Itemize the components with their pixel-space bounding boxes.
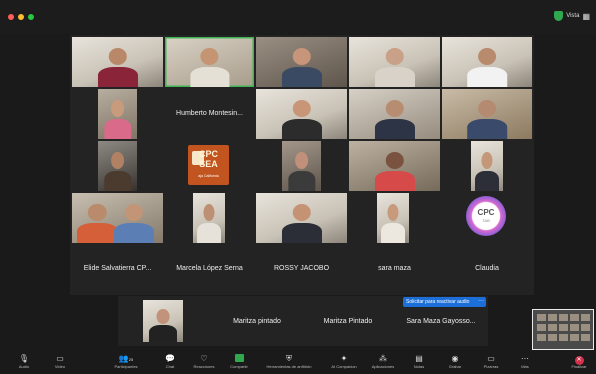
view-label: Vista	[566, 13, 580, 19]
participant-video	[281, 48, 322, 87]
meeting-toolbar: 🎙 Audio ▭ Video 👥25 Participantes 💬 Chat ♡ Re…	[0, 352, 596, 374]
participant-video	[287, 152, 316, 191]
participant-video	[381, 204, 405, 243]
active-speaker-tile[interactable]	[165, 37, 254, 87]
share-button[interactable]: Compartir	[224, 354, 254, 374]
more-dots-icon: ⋯	[521, 354, 529, 363]
share-screen-icon	[234, 354, 244, 362]
video-tile[interactable]	[256, 37, 347, 87]
apps-icon: ⁂	[379, 354, 387, 363]
participant-name: Maritza Pintado	[323, 318, 373, 325]
video-button[interactable]: ▭ Video	[45, 354, 75, 374]
sparkle-icon: ✦	[340, 354, 348, 363]
cpc-sea-logo: CPC SEA aja California	[188, 145, 229, 185]
chat-button[interactable]: 💬 Chat	[155, 354, 185, 374]
video-tile[interactable]	[72, 37, 163, 87]
participant-name: sara maza	[378, 265, 411, 272]
participant-video	[467, 100, 507, 139]
more-options-button[interactable]: ···	[476, 297, 486, 307]
more-button[interactable]: ⋯ Más	[510, 354, 540, 374]
participant-video	[103, 152, 132, 191]
participant-name: Elide Salvatierra CP...	[83, 265, 152, 272]
video-tile[interactable]	[349, 37, 440, 87]
video-tile[interactable]	[471, 141, 503, 191]
record-icon: ◉	[451, 354, 459, 363]
video-tile[interactable]	[98, 89, 137, 139]
participant-name: Maritza pintado	[233, 318, 281, 325]
people-icon: 👥	[118, 354, 129, 363]
participant-name: Claudia	[475, 265, 499, 272]
cpc-tab-logo: CPC TAB	[466, 196, 506, 236]
participant-name: Sara Maza Gayosso...	[406, 318, 476, 325]
ai-companion-button[interactable]: ✦ AI Companion	[327, 354, 361, 374]
security-shield-icon	[554, 11, 564, 21]
participant-video	[475, 152, 499, 191]
zoom-window-button[interactable]	[28, 14, 34, 20]
chat-bubble-icon: 💬	[165, 354, 175, 363]
grid-view-icon: ▦	[582, 11, 590, 21]
notes-icon: ▤	[415, 354, 423, 363]
video-tile[interactable]	[256, 193, 347, 243]
whiteboards-button[interactable]: ▭ Pizarras	[476, 354, 506, 374]
video-tile[interactable]	[349, 89, 440, 139]
record-button[interactable]: ◉ Grabar	[440, 354, 470, 374]
camera-icon: ▭	[56, 354, 64, 363]
participant-video	[374, 152, 415, 191]
view-button[interactable]: Vista ▦	[554, 9, 590, 23]
apps-button[interactable]: ⁂ Aplicaciones	[366, 354, 400, 374]
video-tile[interactable]	[282, 141, 321, 191]
participant-name: Marcela López Serna	[176, 265, 243, 272]
participant-video	[281, 100, 322, 139]
participant-video	[374, 48, 415, 87]
end-meeting-button[interactable]: ✕ Finalizar	[564, 354, 594, 374]
video-tile[interactable]	[72, 193, 163, 243]
reactions-button[interactable]: ♡ Reacciones	[189, 354, 219, 374]
participant-video	[77, 204, 118, 243]
participant-video	[467, 48, 507, 87]
participant-video	[281, 204, 322, 243]
participant-video	[113, 204, 154, 243]
participant-name: ROSSY JACOBO	[273, 265, 330, 272]
participants-button[interactable]: 👥25 Participantes	[111, 354, 141, 374]
minimize-window-button[interactable]	[18, 14, 24, 20]
participant-video	[189, 48, 230, 87]
shield-icon: ⛨	[286, 354, 292, 363]
participant-video	[149, 309, 177, 342]
video-tile[interactable]	[377, 193, 409, 243]
participants-count: 25	[128, 357, 134, 362]
video-tile[interactable]	[349, 141, 440, 191]
close-window-button[interactable]	[8, 14, 14, 20]
self-view-thumbnail[interactable]	[532, 309, 594, 350]
heart-icon: ♡	[200, 354, 208, 363]
video-tile[interactable]	[98, 141, 137, 191]
host-tools-button[interactable]: ⛨ Herramientas de anfitrión	[258, 354, 320, 374]
participant-video	[374, 100, 415, 139]
microphone-icon: 🎙	[18, 354, 30, 363]
participant-name: Humberto Montesin...	[176, 110, 243, 117]
request-unmute-button[interactable]: Solicitar para reactivar audio	[403, 297, 478, 307]
title-bar: Vista ▦	[0, 0, 596, 34]
notes-button[interactable]: ▤ Notas	[404, 354, 434, 374]
participant-video	[103, 100, 132, 139]
participant-video	[197, 204, 221, 243]
whiteboard-icon: ▭	[487, 354, 495, 363]
video-tile[interactable]	[193, 193, 225, 243]
video-tile[interactable]	[442, 37, 532, 87]
participant-video	[97, 48, 138, 87]
video-tile[interactable]	[143, 300, 183, 342]
participant-tile-no-video[interactable]: Humberto Montesin...	[165, 89, 254, 139]
audio-button[interactable]: 🎙 Audio	[9, 354, 39, 374]
video-tile[interactable]	[442, 89, 532, 139]
video-tile[interactable]	[256, 89, 347, 139]
